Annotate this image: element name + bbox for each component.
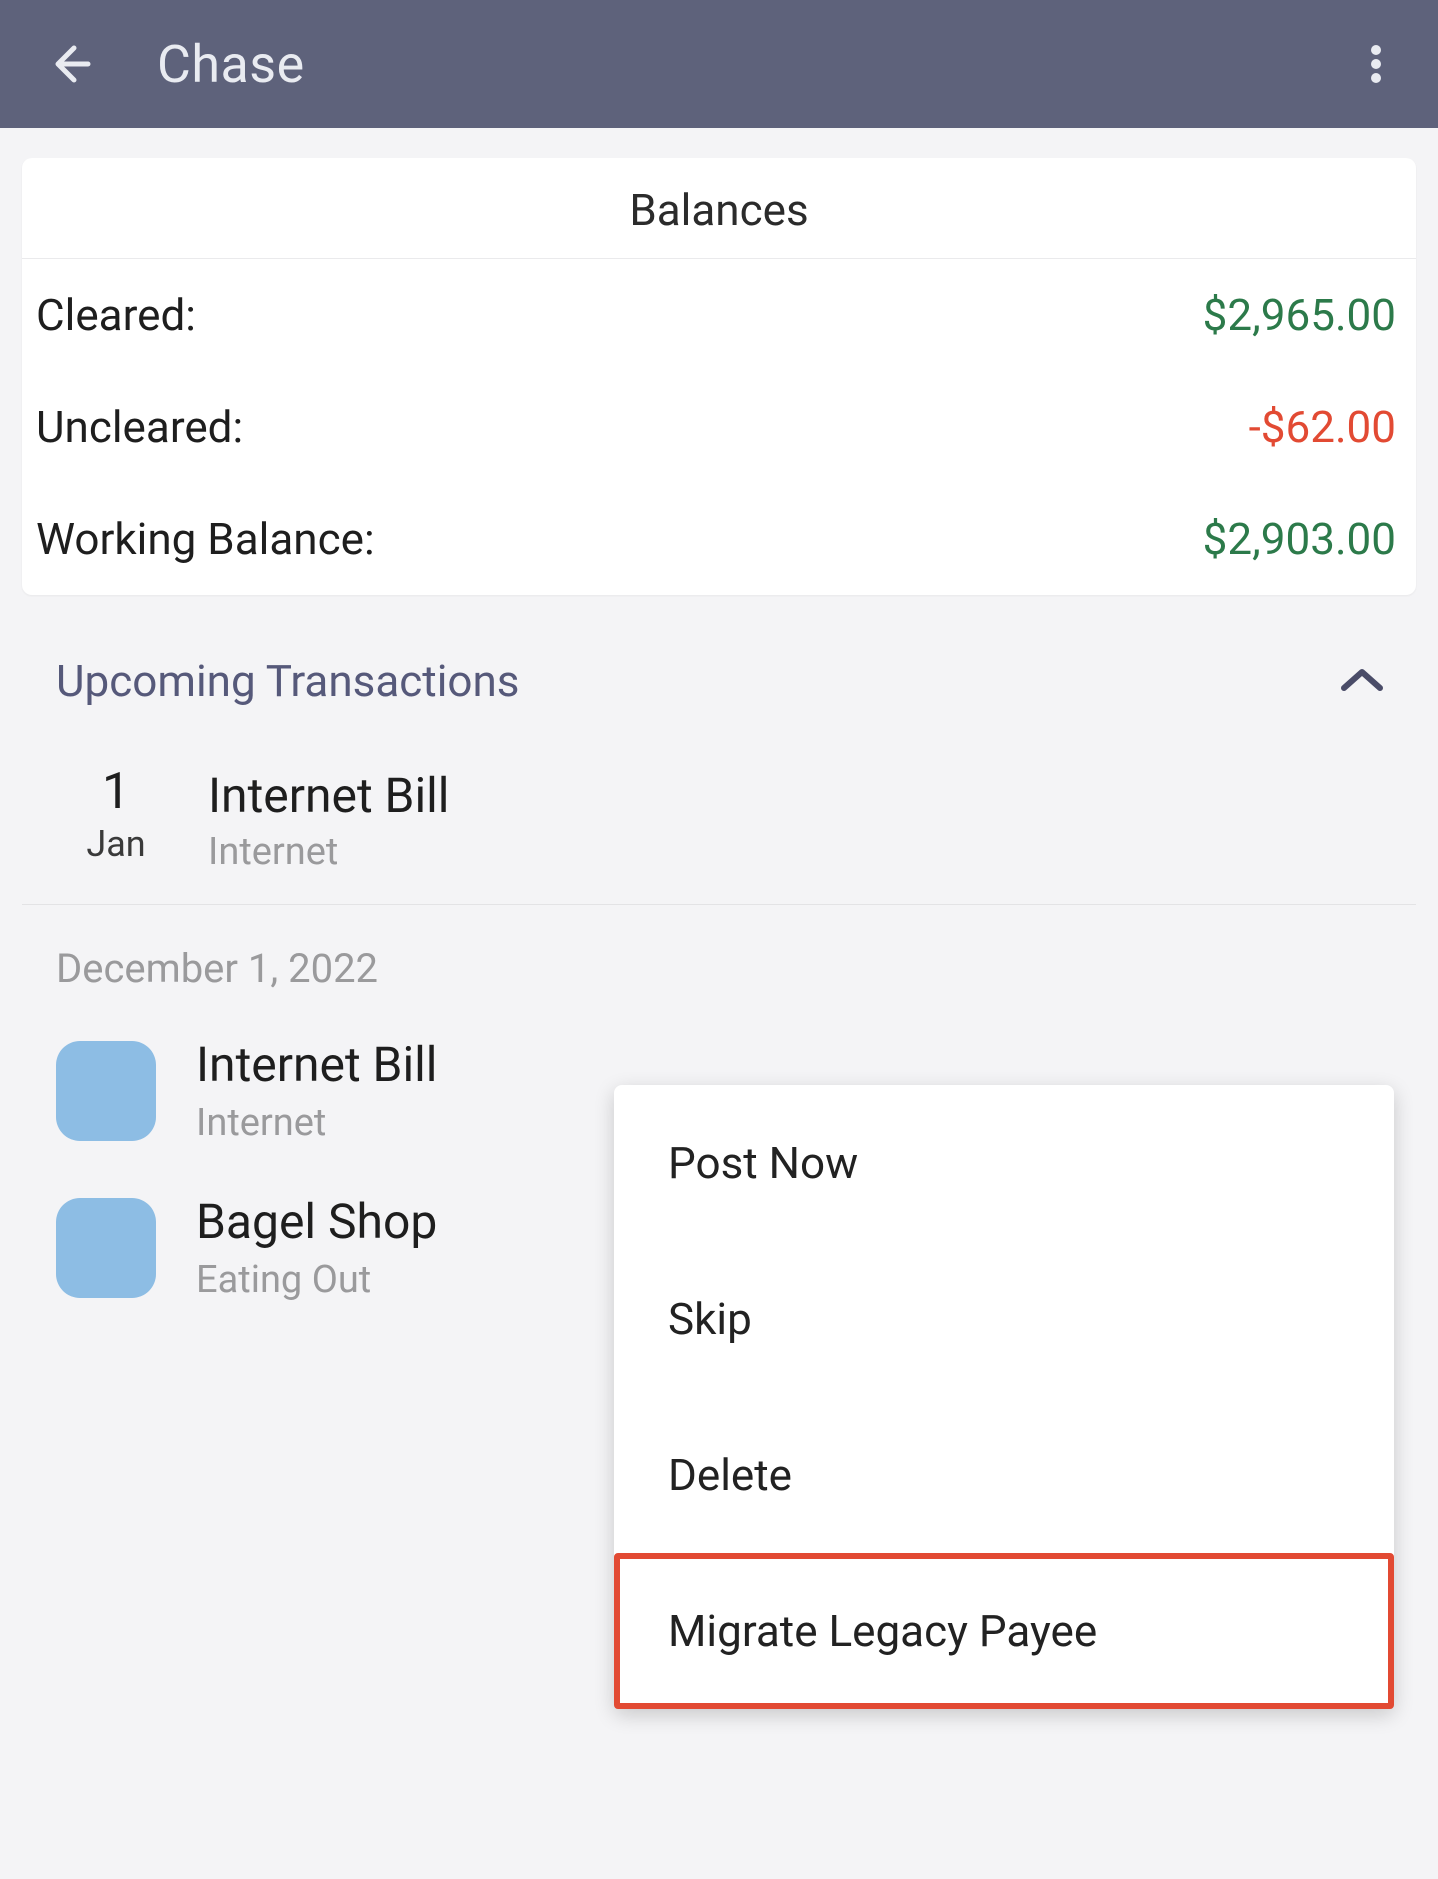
balances-title: Balances — [22, 158, 1416, 259]
upcoming-payee: Internet Bill — [208, 767, 449, 824]
context-menu-item[interactable]: Migrate Legacy Payee — [614, 1553, 1394, 1709]
balance-label: Working Balance: — [36, 513, 375, 565]
app-header: Chase — [0, 0, 1438, 128]
category-badge — [56, 1198, 156, 1298]
upcoming-title: Upcoming Transactions — [56, 655, 520, 707]
balance-row: Uncleared: -$62.00 — [22, 371, 1416, 483]
upcoming-month: Jan — [56, 823, 176, 865]
balances-card: Balances Cleared: $2,965.00 Uncleared: -$62… — [22, 158, 1416, 595]
balance-label: Uncleared: — [36, 401, 243, 453]
context-menu-item[interactable]: Delete — [614, 1397, 1394, 1553]
date-group-header: December 1, 2022 — [22, 905, 1416, 1012]
transaction-payee: Bagel Shop — [196, 1193, 437, 1250]
balance-row: Working Balance: $2,903.00 — [22, 483, 1416, 595]
context-menu-item[interactable]: Skip — [614, 1241, 1394, 1397]
category-badge — [56, 1041, 156, 1141]
upcoming-category: Internet — [208, 830, 449, 874]
balance-amount: $2,965.00 — [1203, 289, 1396, 341]
transaction-category: Eating Out — [196, 1258, 437, 1302]
transaction-payee: Internet Bill — [196, 1036, 437, 1093]
upcoming-date: 1 Jan — [56, 767, 176, 865]
back-icon[interactable] — [48, 42, 92, 86]
upcoming-transaction[interactable]: 1 Jan Internet Bill Internet — [22, 727, 1416, 905]
upcoming-header[interactable]: Upcoming Transactions — [22, 595, 1416, 727]
balance-label: Cleared: — [36, 289, 196, 341]
upcoming-day: 1 — [56, 767, 176, 817]
context-menu: Post NowSkipDeleteMigrate Legacy Payee — [614, 1085, 1394, 1709]
more-icon[interactable] — [1354, 42, 1398, 86]
balance-amount: $2,903.00 — [1203, 513, 1396, 565]
page-title: Chase — [157, 34, 305, 95]
context-menu-item[interactable]: Post Now — [614, 1085, 1394, 1241]
transaction-category: Internet — [196, 1101, 437, 1145]
balance-amount: -$62.00 — [1249, 401, 1396, 453]
balance-row: Cleared: $2,965.00 — [22, 259, 1416, 371]
chevron-up-icon[interactable] — [1338, 664, 1386, 698]
